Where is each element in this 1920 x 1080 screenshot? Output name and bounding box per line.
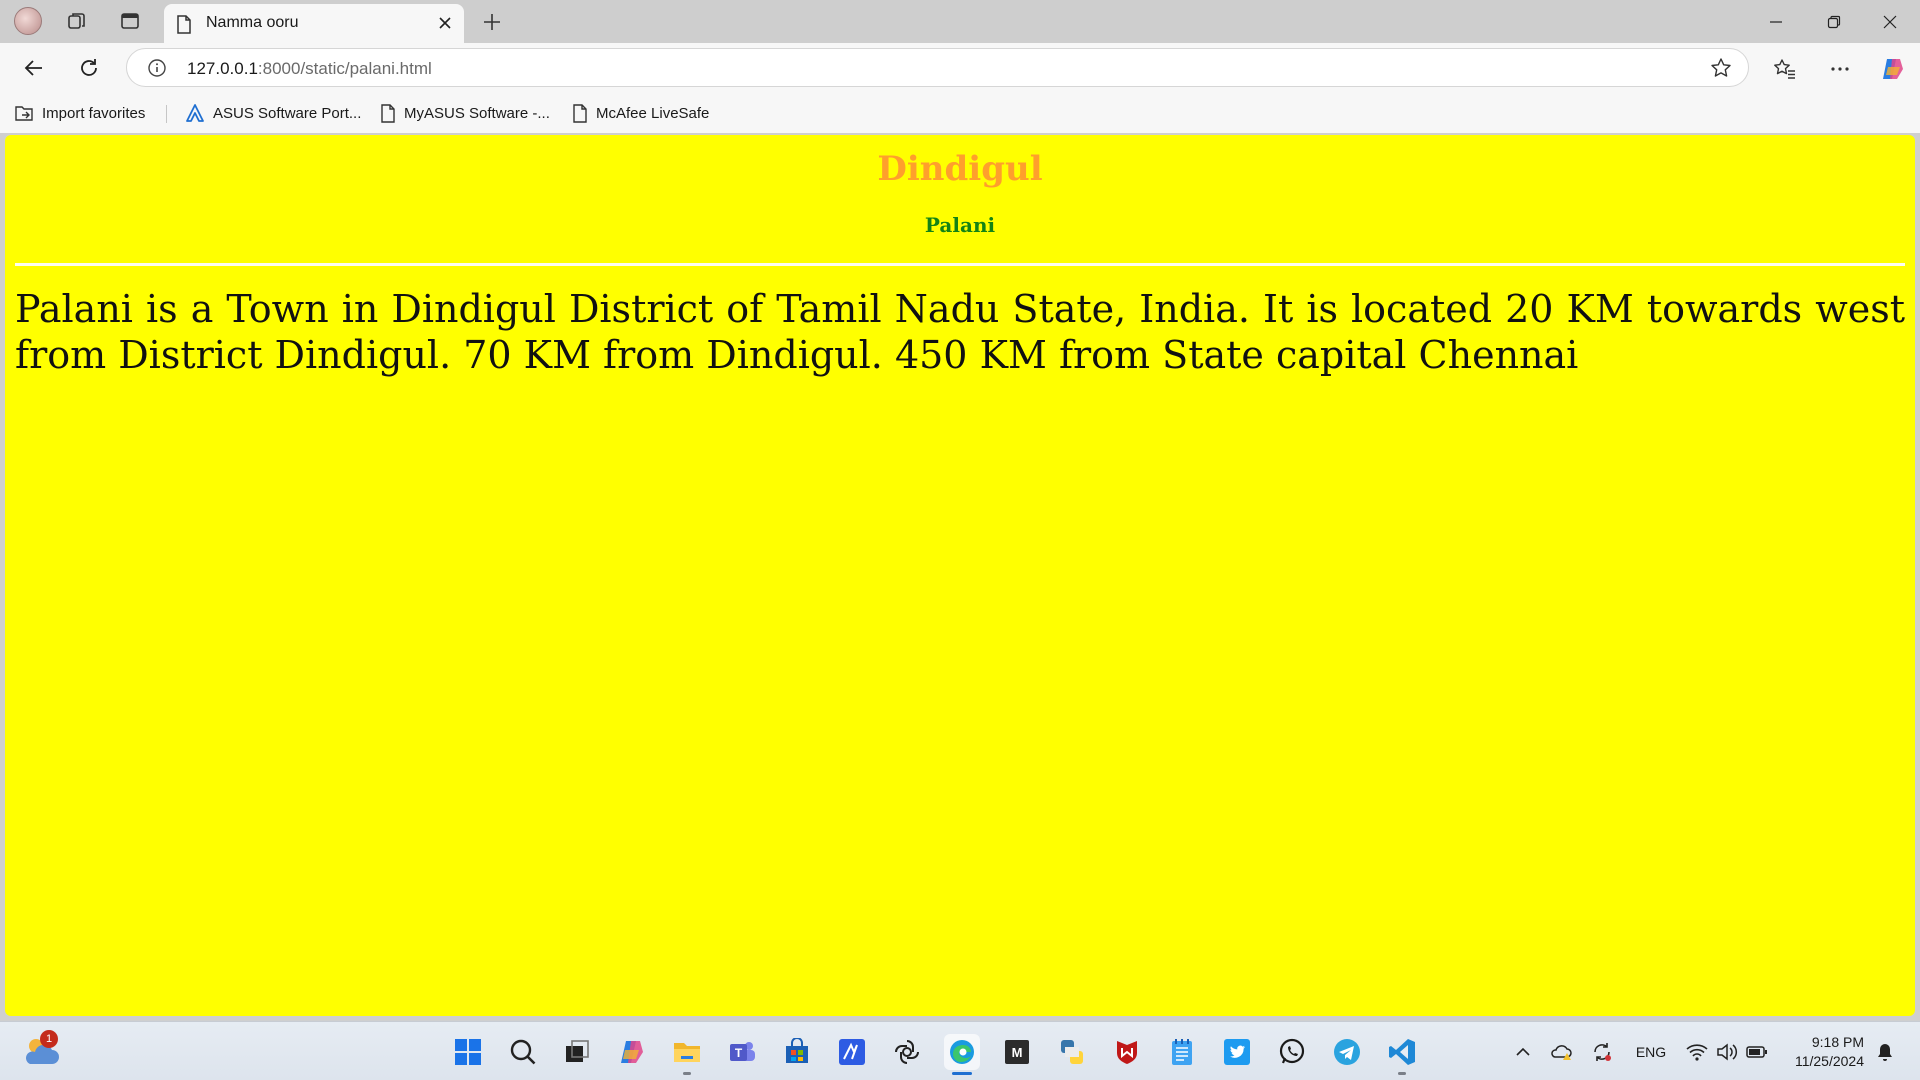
tab-strip: Namma ooru [0, 0, 1920, 43]
url-host: 127.0.0.1 [187, 59, 258, 78]
onedrive-warning-icon[interactable] [1550, 1040, 1574, 1064]
system-clock[interactable]: 9:18 PM 11/25/2024 [1784, 1033, 1864, 1071]
asus-logo-icon [186, 104, 204, 122]
battery-icon[interactable] [1745, 1040, 1769, 1064]
file-explorer-icon[interactable] [669, 1034, 705, 1075]
page-icon [573, 103, 587, 123]
volume-icon[interactable] [1715, 1040, 1739, 1064]
reload-button[interactable] [73, 52, 105, 84]
favorites-separator [166, 105, 167, 123]
notepad-icon[interactable] [1164, 1034, 1200, 1070]
workspaces-icon[interactable] [62, 6, 92, 36]
whatsapp-icon[interactable] [1274, 1034, 1310, 1070]
search-icon[interactable] [505, 1034, 541, 1070]
copilot-icon[interactable] [1877, 53, 1909, 85]
favorites-bar: Import favorites ASUS Software Port... M… [0, 93, 1920, 133]
favorites-bar-item-asus[interactable]: ASUS Software Port... [185, 101, 361, 125]
favorites-bar-label: McAfee LiveSafe [596, 104, 710, 122]
task-view-icon[interactable] [559, 1034, 595, 1070]
vscode-icon[interactable] [1384, 1034, 1420, 1075]
browser-toolbar: 127.0.0.1:8000/static/palani.html [0, 43, 1920, 93]
favorite-star-icon[interactable] [1710, 57, 1732, 84]
start-icon[interactable] [450, 1034, 486, 1070]
minimize-icon[interactable] [1748, 0, 1804, 43]
favorites-bar-item-import[interactable]: Import favorites [14, 101, 145, 125]
page-paragraph: Palani is a Town in Dindigul District of… [15, 286, 1905, 378]
page-icon [381, 103, 395, 123]
chatgpt-icon[interactable] [889, 1034, 925, 1070]
more-options-icon[interactable] [1824, 53, 1856, 85]
chevron-up-icon[interactable] [1514, 1040, 1532, 1064]
page-heading: Dindigul [877, 149, 1043, 189]
language-indicator[interactable]: ENG [1633, 1040, 1669, 1064]
favorites-bar-label: Import favorites [42, 104, 146, 122]
url-text[interactable]: 127.0.0.1:8000/static/palani.html [187, 59, 432, 79]
copilot-icon[interactable] [614, 1034, 650, 1070]
notification-badge: 1 [40, 1030, 58, 1048]
teams-icon[interactable]: T [724, 1034, 760, 1070]
microsoft-store-icon[interactable] [779, 1034, 815, 1070]
import-favorites-icon [15, 106, 33, 121]
favorites-bar-label: ASUS Software Port... [213, 104, 362, 122]
favorites-bar-label: MyASUS Software -... [404, 104, 550, 122]
running-indicator [952, 1072, 972, 1075]
telegram-icon[interactable] [1329, 1034, 1365, 1070]
mcafee-icon[interactable] [1109, 1034, 1145, 1070]
active-tab[interactable]: Namma ooru [164, 4, 464, 43]
url-path: :8000/static/palani.html [257, 59, 432, 78]
clock-time: 9:18 PM [1811, 1034, 1864, 1050]
address-bar[interactable]: 127.0.0.1:8000/static/palani.html [126, 48, 1749, 87]
vertical-tabs-icon[interactable] [115, 6, 145, 36]
page-subheading: Palani [924, 212, 996, 237]
page-icon [176, 15, 192, 39]
new-tab-icon[interactable] [478, 8, 506, 36]
site-info-icon[interactable] [147, 58, 167, 83]
python-icon[interactable] [1054, 1034, 1090, 1070]
edge-icon[interactable] [944, 1034, 980, 1075]
sync-icon[interactable] [1590, 1040, 1614, 1064]
wifi-icon[interactable] [1685, 1040, 1709, 1064]
back-button[interactable] [18, 52, 50, 84]
close-tab-icon[interactable] [434, 12, 456, 34]
running-indicator [1398, 1072, 1406, 1075]
code-editor-icon[interactable] [834, 1034, 870, 1070]
notification-bell-icon[interactable] [1873, 1040, 1897, 1064]
svg-text:T: T [735, 1046, 743, 1060]
svg-text:M: M [1012, 1045, 1023, 1060]
favorites-icon[interactable] [1769, 53, 1801, 85]
restore-icon[interactable] [1806, 0, 1862, 43]
tab-title: Namma ooru [206, 14, 299, 31]
weather-widget[interactable]: 1 [22, 1030, 62, 1072]
clock-date: 11/25/2024 [1794, 1053, 1864, 1069]
m-app-icon[interactable]: M [999, 1034, 1035, 1070]
close-window-icon[interactable] [1862, 0, 1918, 43]
twitter-icon[interactable] [1219, 1034, 1255, 1070]
favorites-bar-item-myasus[interactable]: MyASUS Software -... [380, 101, 550, 125]
page-viewport: Dindigul Palani Palani is a Town in Dind… [5, 135, 1915, 1016]
taskbar: 1 T M ENG 9:18 PM 11/25/2024 [0, 1021, 1920, 1080]
profile-avatar[interactable] [13, 6, 43, 36]
favorites-bar-item-mcafee[interactable]: McAfee LiveSafe [572, 101, 709, 125]
running-indicator [683, 1072, 691, 1075]
horizontal-rule [15, 262, 1905, 266]
